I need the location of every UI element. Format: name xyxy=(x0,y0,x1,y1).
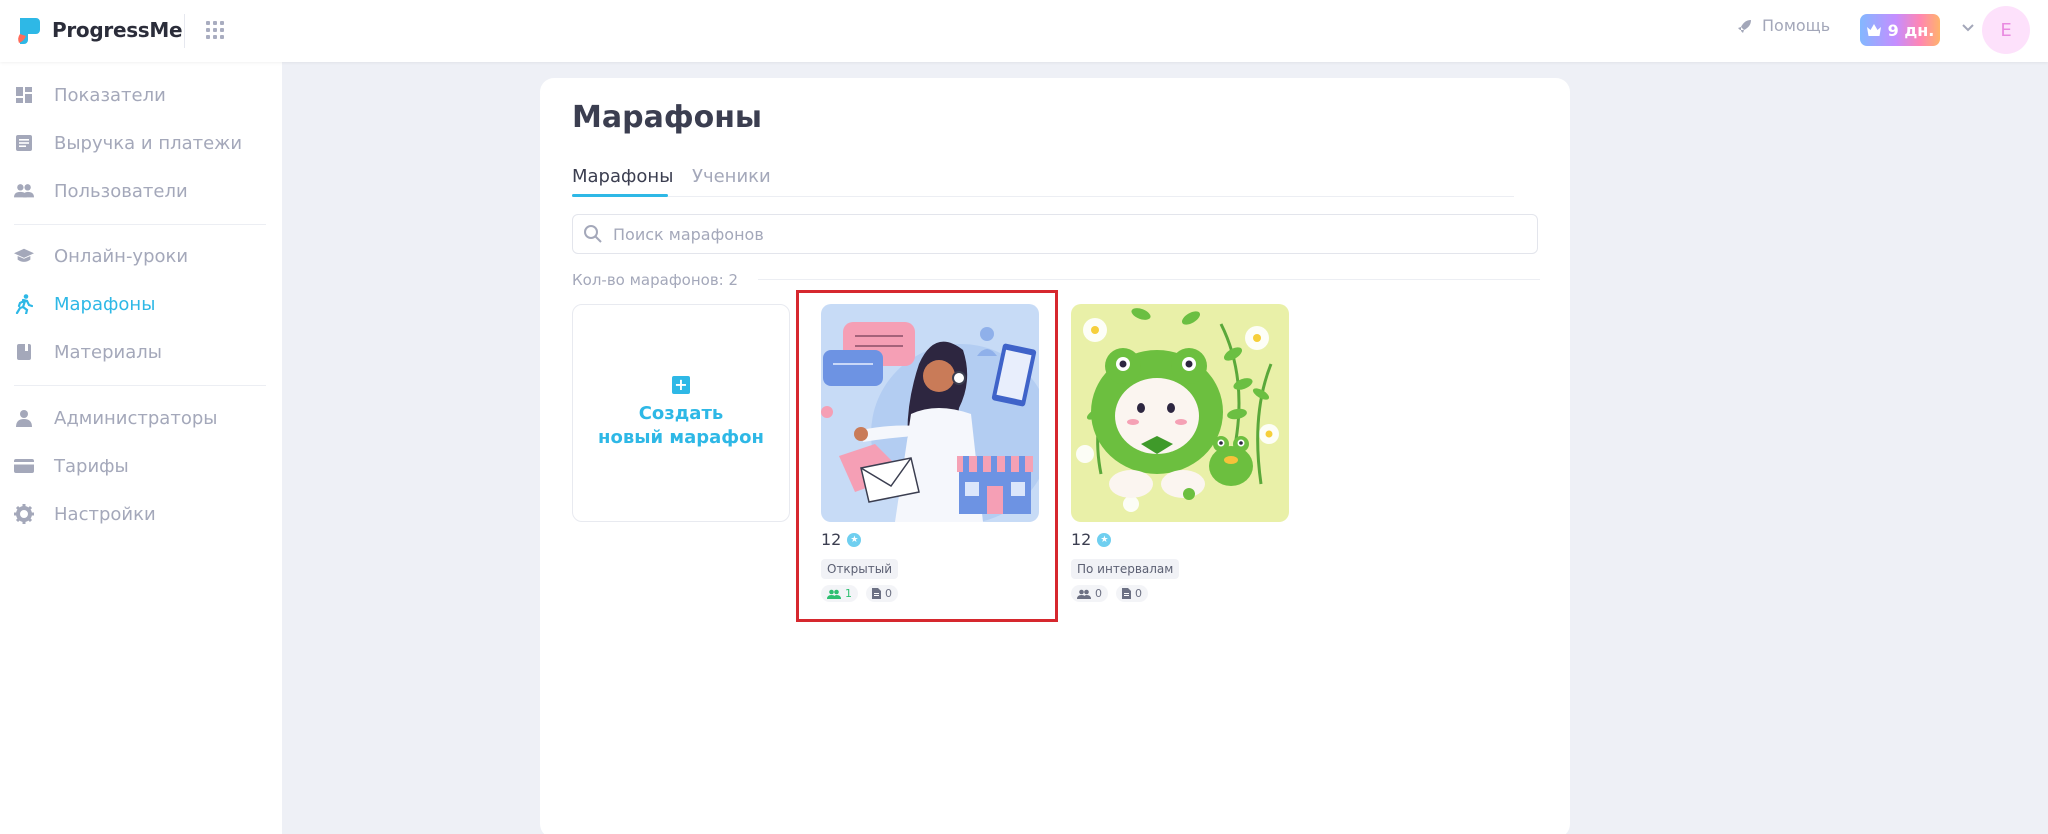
tab-marathons[interactable]: Марафоны xyxy=(572,166,673,187)
marathon-title: 12 ★ xyxy=(1071,530,1289,549)
sidebar-item-revenue[interactable]: Выручка и платежи xyxy=(0,123,282,163)
book-icon xyxy=(14,342,34,362)
sidebar-item-marathons[interactable]: Марафоны xyxy=(0,284,282,324)
sidebar-item-label: Онлайн-уроки xyxy=(54,245,189,267)
top-header: ProgressMe Помощь 9 дн. E xyxy=(0,0,2048,62)
marathon-type-badge: По интервалам xyxy=(1071,559,1180,579)
sidebar-item-materials[interactable]: Материалы xyxy=(0,332,282,372)
materials-count: 0 xyxy=(1116,585,1148,602)
support-agent-illustration xyxy=(821,304,1039,522)
students-count: 0 xyxy=(1071,585,1108,602)
sidebar-item-users[interactable]: Пользователи xyxy=(0,171,282,211)
app-logo[interactable]: ProgressMe xyxy=(16,16,183,44)
users-icon xyxy=(14,181,34,201)
marathons-count: Кол-во марафонов: 2 xyxy=(572,271,739,289)
dashboard-icon xyxy=(14,85,34,105)
trial-label: 9 дн. xyxy=(1887,20,1935,40)
create-marathon-label: Создать новый марафон xyxy=(598,403,764,448)
marathon-name: 12 xyxy=(821,530,842,549)
sidebar-divider xyxy=(14,224,266,225)
star-icon: ★ xyxy=(847,532,862,547)
students-count: 1 xyxy=(821,585,858,602)
rocket-icon xyxy=(1738,19,1751,33)
receipt-icon xyxy=(14,133,34,153)
marathons-panel: Марафоны Марафоны Ученики Кол-во марафон… xyxy=(540,78,1570,834)
active-tab-indicator xyxy=(572,194,668,197)
avatar-letter: E xyxy=(2000,19,2012,41)
marathon-card[interactable]: 12 ★ По интервалам 0 0 xyxy=(1071,304,1289,602)
page-title: Марафоны xyxy=(572,100,763,135)
sidebar-item-settings[interactable]: Настройки xyxy=(0,494,282,534)
crown-icon xyxy=(1866,24,1881,36)
sidebar-item-tariffs[interactable]: Тарифы xyxy=(0,446,282,486)
search-box[interactable] xyxy=(572,214,1538,254)
sidebar-item-label: Настройки xyxy=(54,503,156,525)
users-icon xyxy=(827,589,841,599)
frog-character-illustration xyxy=(1071,304,1289,522)
sidebar-divider xyxy=(14,385,266,386)
trial-badge[interactable]: 9 дн. xyxy=(1860,14,1940,46)
progressme-logo-icon xyxy=(18,18,40,44)
card-icon xyxy=(14,456,34,476)
marathon-name: 12 xyxy=(1071,530,1092,549)
graduation-cap-icon xyxy=(14,246,34,266)
marathon-type-badge: Открытый xyxy=(821,559,899,579)
person-icon xyxy=(14,408,34,428)
count-divider xyxy=(758,279,1540,280)
search-input[interactable] xyxy=(613,224,1513,244)
app-name: ProgressMe xyxy=(52,18,183,42)
sidebar-item-admins[interactable]: Администраторы xyxy=(0,398,282,438)
marathon-stats: 1 0 xyxy=(821,585,1039,602)
sidebar-item-label: Марафоны xyxy=(54,293,156,315)
sidebar-item-label: Администраторы xyxy=(54,407,218,429)
marathon-cover-image[interactable] xyxy=(821,304,1039,522)
users-icon xyxy=(1077,589,1091,599)
sidebar-item-label: Тарифы xyxy=(54,455,129,477)
marathon-cover-image[interactable] xyxy=(1071,304,1289,522)
header-divider xyxy=(184,14,185,48)
document-icon xyxy=(1122,588,1131,599)
help-link[interactable]: Помощь xyxy=(1736,16,1830,35)
sidebar: Показатели Выручка и платежи Пользовател… xyxy=(0,62,282,834)
sidebar-item-dashboard[interactable]: Показатели xyxy=(0,75,282,115)
materials-count: 0 xyxy=(866,585,898,602)
tabs-divider xyxy=(572,196,1514,197)
marathon-stats: 0 0 xyxy=(1071,585,1289,602)
help-label: Помощь xyxy=(1762,16,1831,35)
runner-icon xyxy=(14,294,34,314)
search-icon xyxy=(584,225,602,243)
plus-icon: + xyxy=(672,376,690,394)
sidebar-item-label: Показатели xyxy=(54,84,166,106)
marathon-card[interactable]: 12 ★ Открытый 1 0 xyxy=(821,304,1039,602)
sidebar-item-label: Выручка и платежи xyxy=(54,132,243,154)
gear-icon xyxy=(14,504,34,524)
marathon-title: 12 ★ xyxy=(821,530,1039,549)
sidebar-item-online-lessons[interactable]: Онлайн-уроки xyxy=(0,236,282,276)
apps-grid-icon[interactable] xyxy=(206,21,224,39)
user-avatar[interactable]: E xyxy=(1982,6,2030,54)
chevron-down-icon[interactable] xyxy=(1960,20,1976,36)
sidebar-item-label: Материалы xyxy=(54,341,162,363)
create-marathon-button[interactable]: + Создать новый марафон xyxy=(572,304,790,522)
star-icon: ★ xyxy=(1097,532,1112,547)
tab-students[interactable]: Ученики xyxy=(692,166,771,187)
document-icon xyxy=(872,588,881,599)
sidebar-item-label: Пользователи xyxy=(54,180,188,202)
